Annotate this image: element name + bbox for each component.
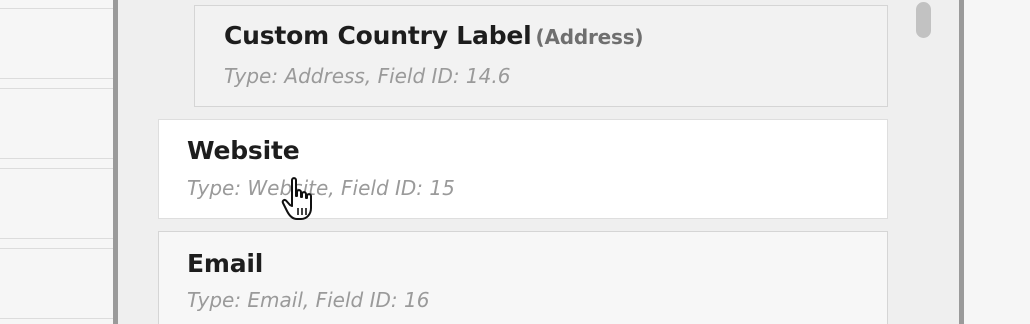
parent-field-type: (Address) (535, 25, 644, 49)
divider (0, 8, 113, 9)
divider (0, 318, 113, 319)
scrollbar-thumb[interactable] (916, 2, 931, 38)
divider (0, 238, 113, 239)
scrollbar[interactable] (910, 0, 934, 324)
field-picker-screen: Custom Country Label (Address) Type: Addr… (0, 0, 1030, 324)
field-meta: Type: Website, Field ID: 15 (187, 176, 455, 200)
field-item-email[interactable]: Email Type: Email, Field ID: 16 (158, 231, 888, 324)
field-meta: Type: Email, Field ID: 16 (187, 288, 430, 312)
background-list (0, 0, 113, 324)
background-right (964, 0, 1030, 324)
field-meta: Type: Address, Field ID: 14.6 (224, 64, 511, 88)
field-label: Website (187, 136, 300, 165)
field-label-text: Custom Country Label (224, 21, 532, 50)
divider (0, 168, 113, 169)
field-label: Custom Country Label (Address) (224, 21, 644, 50)
field-label: Email (187, 249, 264, 278)
divider (0, 88, 113, 89)
hand-pointer-icon (281, 177, 312, 220)
divider (0, 248, 113, 249)
divider (0, 158, 113, 159)
divider (0, 78, 113, 79)
field-item-custom-country-label[interactable]: Custom Country Label (Address) Type: Addr… (194, 5, 888, 107)
field-item-website[interactable]: Website Type: Website, Field ID: 15 (158, 119, 888, 219)
